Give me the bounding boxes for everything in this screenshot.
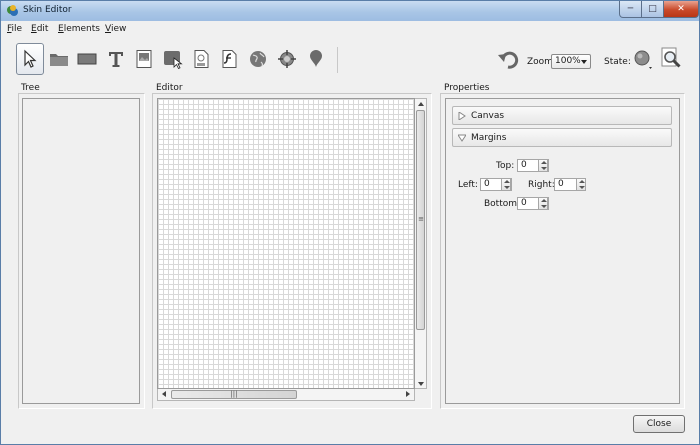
editor-panel-title: Editor bbox=[156, 83, 183, 93]
image-icon bbox=[136, 50, 152, 68]
hotspot-tool-button[interactable] bbox=[273, 43, 301, 75]
button-element-icon bbox=[164, 51, 183, 69]
map-pin-icon bbox=[310, 50, 322, 67]
scroll-left-icon[interactable] bbox=[162, 391, 166, 397]
window-close-button[interactable]: ✕ bbox=[664, 1, 699, 18]
menu-bar: File Edit Elements View bbox=[1, 21, 699, 38]
title-bar: Skin Editor ─ □ ✕ bbox=[1, 1, 699, 21]
menu-elements-label: lements bbox=[63, 24, 100, 34]
canvas-section-label: Canvas bbox=[471, 111, 505, 121]
margins-section-label: Margins bbox=[471, 133, 507, 143]
zoom-value: 100% bbox=[555, 56, 581, 66]
step-down-icon[interactable] bbox=[541, 205, 547, 208]
horizontal-scroll-thumb[interactable]: ||| bbox=[171, 390, 297, 399]
scroll-grip-icon: ≡ bbox=[418, 215, 424, 223]
step-down-icon[interactable] bbox=[541, 167, 547, 170]
flash-icon bbox=[222, 50, 237, 68]
editor-canvas[interactable] bbox=[157, 98, 415, 389]
margin-left-stepper[interactable] bbox=[501, 178, 511, 191]
magnifier-icon bbox=[661, 47, 681, 68]
scroll-up-icon[interactable] bbox=[418, 102, 424, 106]
margins-section-header[interactable]: Margins bbox=[452, 128, 672, 147]
step-up-icon[interactable] bbox=[541, 199, 547, 202]
state-label: State: bbox=[604, 57, 631, 67]
rectangle-icon bbox=[77, 53, 97, 65]
editor-vertical-scrollbar[interactable]: ≡ bbox=[415, 98, 427, 389]
svg-tool-button[interactable] bbox=[187, 43, 215, 75]
image-tool-button[interactable] bbox=[130, 43, 158, 75]
app-icon bbox=[7, 5, 18, 16]
map-pin-tool-button[interactable] bbox=[302, 43, 330, 75]
pointer-tool-button[interactable] bbox=[16, 43, 44, 75]
margin-bottom-label: Bottom: bbox=[484, 199, 521, 209]
margin-right-label: Right: bbox=[528, 180, 555, 190]
globe-icon bbox=[250, 51, 266, 67]
hscroll-grip-icon: ||| bbox=[230, 390, 238, 398]
vertical-scroll-thumb[interactable]: ≡ bbox=[416, 110, 425, 330]
pointer-icon bbox=[24, 49, 37, 68]
properties-panel-title: Properties bbox=[444, 83, 490, 93]
chevron-right-icon bbox=[458, 112, 466, 120]
tree-panel-title: Tree bbox=[21, 83, 40, 93]
folder-icon bbox=[50, 54, 68, 66]
maximize-icon: □ bbox=[648, 4, 657, 14]
text-icon bbox=[109, 52, 123, 67]
folder-tool-button[interactable] bbox=[45, 43, 73, 75]
minimize-icon: ─ bbox=[627, 4, 634, 14]
maximize-button[interactable]: □ bbox=[642, 1, 664, 18]
text-tool-button[interactable] bbox=[102, 43, 130, 75]
menu-edit[interactable]: Edit bbox=[31, 24, 48, 34]
chevron-down-icon bbox=[458, 134, 466, 142]
menu-file[interactable]: File bbox=[7, 24, 22, 34]
margin-left-label: Left: bbox=[458, 180, 478, 190]
editor-horizontal-scrollbar[interactable]: ||| bbox=[157, 389, 415, 401]
button-tool-button[interactable] bbox=[159, 43, 187, 75]
margin-top-stepper[interactable] bbox=[538, 159, 548, 172]
svg-icon bbox=[194, 50, 209, 68]
zoom-select[interactable]: 100% bbox=[551, 54, 591, 69]
menu-view[interactable]: View bbox=[105, 24, 126, 34]
menu-elements[interactable]: Elements bbox=[58, 24, 100, 34]
target-icon bbox=[278, 50, 296, 68]
margin-right-stepper[interactable] bbox=[576, 178, 586, 191]
menu-edit-label: dit bbox=[36, 24, 49, 34]
step-up-icon[interactable] bbox=[579, 180, 585, 183]
toolbar-separator bbox=[337, 47, 338, 73]
flash-tool-button[interactable] bbox=[215, 43, 243, 75]
chevron-down-icon bbox=[581, 60, 587, 64]
margin-top-label: Top: bbox=[496, 161, 515, 171]
close-button[interactable]: Close bbox=[633, 415, 685, 433]
scroll-right-icon[interactable] bbox=[406, 391, 410, 397]
step-up-icon[interactable] bbox=[504, 180, 510, 183]
menu-view-label: iew bbox=[110, 24, 127, 34]
close-icon: ✕ bbox=[677, 4, 685, 14]
undo-button[interactable] bbox=[495, 43, 523, 75]
skin-editor-window: Skin Editor ─ □ ✕ File Edit Elements Vie… bbox=[0, 0, 700, 445]
tree-view[interactable] bbox=[22, 98, 140, 404]
state-dropdown-button[interactable] bbox=[629, 43, 657, 75]
step-down-icon[interactable] bbox=[579, 186, 585, 189]
menu-file-label: ile bbox=[11, 24, 23, 34]
margin-bottom-stepper[interactable] bbox=[538, 197, 548, 210]
rectangle-tool-button[interactable] bbox=[73, 43, 101, 75]
zoom-search-button[interactable] bbox=[657, 43, 685, 75]
state-icon bbox=[634, 50, 652, 69]
step-down-icon[interactable] bbox=[504, 186, 510, 189]
canvas-section-header[interactable]: Canvas bbox=[452, 106, 672, 125]
undo-icon bbox=[498, 51, 519, 69]
web-tool-button[interactable] bbox=[244, 43, 272, 75]
scroll-down-icon[interactable] bbox=[418, 382, 424, 386]
step-up-icon[interactable] bbox=[541, 161, 547, 164]
window-title: Skin Editor bbox=[23, 5, 72, 15]
minimize-button[interactable]: ─ bbox=[619, 1, 642, 18]
